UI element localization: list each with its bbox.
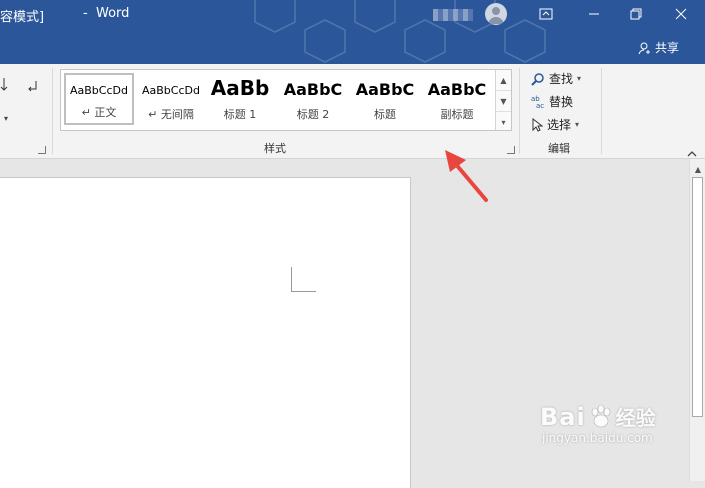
style-label: 副标题 [440, 108, 474, 121]
paw-icon [591, 404, 611, 427]
share-person-icon [638, 42, 650, 54]
replace-icon: abac [531, 95, 544, 109]
style-heading-2[interactable]: AaBbC 标题 2 [281, 73, 345, 125]
styles-dialog-launcher-icon[interactable] [507, 146, 515, 154]
style-normal[interactable]: AaBbCcDd ↵ 正文 [64, 73, 134, 125]
watermark-brand: Bai [540, 402, 586, 431]
gallery-more-icon[interactable]: ▾ [496, 112, 511, 132]
baidu-watermark: Bai 经验 jingyan.baidu.com [540, 402, 656, 446]
share-label: 共享 [655, 41, 680, 55]
style-sample: AaBbCcDd [70, 84, 128, 97]
app-name: Word [96, 6, 130, 21]
search-icon [531, 72, 544, 86]
user-name-blurred [433, 9, 473, 21]
gallery-scroll-up-icon[interactable]: ▲ [496, 70, 511, 91]
style-sample: AaBbC [427, 80, 487, 99]
style-label: ↵ 正文 [81, 106, 117, 119]
style-no-spacing[interactable]: AaBbCcDd ↵ 无间隔 [136, 73, 206, 125]
style-title[interactable]: AaBbC 标题 [353, 73, 417, 125]
document-page[interactable] [0, 177, 411, 488]
watermark-url: jingyan.baidu.com [542, 431, 653, 445]
scrollbar-thumb[interactable] [692, 177, 703, 417]
style-subtitle[interactable]: AaBbC 副标题 [425, 73, 489, 125]
group-separator [601, 68, 602, 154]
close-icon[interactable] [666, 2, 696, 26]
find-dropdown-icon: ▾ [577, 74, 582, 83]
replace-label: 替换 [549, 95, 574, 109]
select-label: 选择 [547, 118, 572, 132]
minimize-icon[interactable] [579, 2, 609, 26]
collapse-ribbon-icon[interactable] [686, 144, 698, 157]
scroll-up-icon[interactable]: ▲ [690, 161, 705, 177]
share-button[interactable]: 共享 [638, 39, 679, 56]
cursor-arrow-icon [532, 117, 543, 132]
group-separator [519, 68, 520, 154]
style-sample: AaBb [210, 76, 270, 100]
ribbon-home: ▾ AaBbCcDd ↵ 正文 AaBbCcDd ↵ 无间隔 AaBb 标题 1… [0, 64, 705, 159]
paragraph-mark-icon[interactable] [26, 78, 40, 92]
style-sample: AaBbCcDd [142, 84, 200, 97]
annotation-arrow-icon [445, 150, 488, 202]
title-bar-pattern [254, 0, 546, 63]
style-label: 标题 2 [296, 108, 330, 121]
document-title: 容模式] [0, 10, 45, 25]
group-separator [52, 68, 53, 154]
watermark-brand-cn: 经验 [615, 406, 656, 430]
style-label: 标题 1 [223, 108, 257, 121]
vertical-scrollbar[interactable]: ▲ [689, 159, 705, 481]
sort-icon[interactable] [0, 76, 14, 92]
restore-icon[interactable] [621, 2, 651, 26]
style-sample: AaBbC [355, 80, 415, 99]
title-separator: - [83, 6, 88, 21]
style-label: 标题 [374, 108, 396, 121]
editing-group-label: 编辑 [548, 142, 570, 155]
select-dropdown-icon: ▾ [575, 120, 580, 129]
style-heading-1[interactable]: AaBb 标题 1 [209, 73, 271, 125]
find-button[interactable]: 查找 ▾ [531, 70, 581, 87]
account-avatar-icon[interactable] [485, 3, 507, 25]
margin-corner-mark [291, 267, 316, 292]
line-spacing-dropdown-icon[interactable]: ▾ [4, 114, 8, 123]
ribbon-display-options-icon[interactable] [531, 2, 561, 26]
gallery-scroll-down-icon[interactable]: ▼ [496, 91, 511, 112]
styles-gallery: AaBbCcDd ↵ 正文 AaBbCcDd ↵ 无间隔 AaBb 标题 1 A… [60, 69, 512, 131]
replace-button[interactable]: ab ac 替换 [531, 93, 573, 110]
find-label: 查找 [549, 72, 574, 86]
select-button[interactable]: 选择 ▾ [531, 116, 579, 133]
title-bar: 容模式] - Word 共享 [0, 0, 705, 64]
paragraph-dialog-launcher-icon[interactable] [38, 146, 46, 154]
style-label: ↵ 无间隔 [148, 108, 194, 121]
style-sample: AaBbC [283, 80, 343, 99]
styles-gallery-scroll: ▲ ▼ ▾ [495, 70, 511, 130]
styles-group-label: 样式 [264, 142, 286, 155]
svg-text:ac: ac [536, 102, 544, 109]
